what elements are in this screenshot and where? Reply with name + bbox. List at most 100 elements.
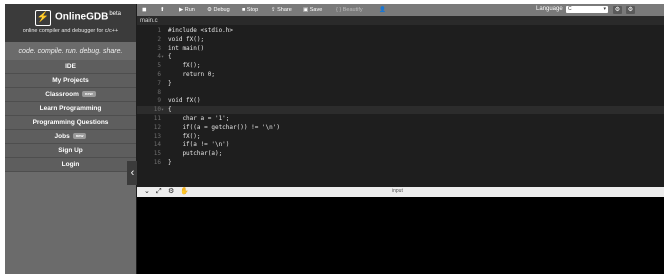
share-button[interactable]: ⇪ Share — [271, 5, 292, 15]
line-number: 4 — [157, 53, 161, 61]
code-text: return 0; — [168, 71, 215, 78]
input-label: input — [392, 188, 403, 194]
new-badge: new — [72, 133, 87, 140]
sidebar-item-label: My Projects — [52, 77, 89, 84]
sidebar-item-label: Jobs — [54, 133, 70, 140]
code-text: putchar(a); — [168, 150, 223, 158]
save-button[interactable]: ▣ Save — [303, 5, 322, 15]
sidebar-item-label: Classroom — [45, 91, 79, 98]
line-number: 14 — [153, 141, 161, 149]
sidebar-item-label: Learn Programming — [39, 105, 102, 112]
code-line: 3 int main() — [137, 45, 664, 53]
line-number: 6 — [157, 71, 161, 78]
onlinegdb-window: ⚡ OnlineGDBbeta online compiler and debu… — [5, 4, 664, 274]
line-number: 1 — [157, 27, 161, 34]
sidebar-nav: IDE My Projects Classroom new Learn Programm… — [5, 60, 136, 172]
line-number: 13 — [153, 132, 161, 140]
file-tab-bar: main.c — [137, 16, 664, 25]
user-icon[interactable]: 👤 — [379, 5, 386, 15]
code-text: { — [168, 53, 172, 61]
beta-label: beta — [109, 11, 122, 17]
code-line: 1 #include <stdio.h> — [137, 27, 664, 35]
sidebar-item-programming-questions[interactable]: Programming Questions — [5, 116, 136, 130]
line-number: 8 — [157, 88, 161, 96]
upload-icon[interactable]: ⬆ — [160, 5, 165, 15]
sidebar-item-learn-programming[interactable]: Learn Programming — [5, 102, 136, 116]
brand-header[interactable]: ⚡ OnlineGDBbeta online compiler and debu… — [5, 4, 136, 42]
code-text: fX(); — [168, 132, 201, 140]
lightning-logo-icon: ⚡ — [35, 10, 51, 26]
code-text: } — [168, 159, 172, 166]
code-line: 11 char a = '1'; — [137, 115, 664, 123]
sidebar-item-jobs[interactable]: Jobs new — [5, 130, 136, 144]
brand-tagline: online compiler and debugger for c/c++ — [22, 28, 119, 34]
expand-icon[interactable]: ⤢ — [156, 187, 162, 197]
code-line: 7} — [137, 80, 664, 88]
line-number: 3 — [157, 44, 161, 52]
collapse-chevron-down-icon[interactable]: ⌄ — [144, 187, 150, 197]
debug-button[interactable]: ⚙ Debug — [207, 5, 230, 15]
stop-button[interactable]: ■ Stop — [242, 5, 258, 15]
code-line: 12 if((a = getchar()) != '\n') — [137, 124, 664, 132]
toolbar: ◼ ⬆ ▶ Run ⚙ Debug ■ Stop ⇪ Share ▣ Save … — [137, 4, 664, 16]
new-badge: new — [81, 91, 96, 98]
sidebar-item-label: Sign Up — [58, 147, 83, 154]
code-text: void fX(); — [168, 35, 205, 43]
run-button[interactable]: ▶ Run — [179, 5, 195, 15]
beautify-button[interactable]: { } Beautify — [336, 5, 363, 15]
options-gear-icon[interactable]: ⚙ — [626, 6, 635, 14]
code-text: #include <stdio.h> — [168, 27, 234, 34]
sidebar-item-classroom[interactable]: Classroom new — [5, 88, 136, 102]
code-line: 14 if(a != '\n') — [137, 141, 664, 149]
sidebar-item-label: Programming Questions — [32, 119, 109, 126]
sidebar: ⚡ OnlineGDBbeta online compiler and debu… — [5, 4, 138, 274]
code-line: 9 void fX() — [137, 97, 664, 105]
clear-icon[interactable]: ✋ — [180, 187, 189, 197]
line-number: 11 — [153, 115, 161, 122]
sidebar-item-sign-up[interactable]: Sign Up — [5, 144, 136, 158]
line-number: 10 — [153, 106, 161, 114]
code-text: { — [168, 106, 172, 114]
code-line: 2 void fX(); — [137, 36, 664, 44]
sidebar-item-ide[interactable]: IDE — [5, 60, 136, 74]
code-text: fX(); — [168, 62, 201, 70]
io-toolbar: ⌄ ⤢ ⚙ ✋ input — [137, 187, 664, 197]
tab-main-c[interactable]: main.c — [140, 17, 158, 25]
code-line: 6 return 0; — [137, 71, 664, 79]
line-number: 9 — [157, 97, 161, 105]
code-line: 16} — [137, 159, 664, 167]
line-number: 16 — [153, 159, 161, 166]
code-text: char a = '1'; — [168, 115, 230, 122]
sidebar-item-my-projects[interactable]: My Projects — [5, 74, 136, 88]
output-console[interactable] — [137, 197, 664, 274]
sidebar-item-label: Login — [61, 161, 80, 168]
line-number: 7 — [157, 79, 161, 87]
code-text: if((a = getchar()) != '\n') — [168, 123, 280, 131]
code-line: 10 ▾ { — [137, 106, 664, 115]
language-select[interactable]: C ▾ — [566, 6, 608, 13]
code-editor[interactable]: 1 #include <stdio.h> 2 void fX(); 3 int main(… — [137, 25, 664, 185]
new-file-icon[interactable]: ◼ — [142, 5, 147, 15]
line-number: 5 — [157, 62, 161, 70]
fold-arrow-icon[interactable]: ▾ — [161, 53, 164, 61]
chevron-down-icon: ▾ — [603, 6, 606, 12]
sidebar-item-label: IDE — [65, 63, 76, 70]
code-text: void fX() — [168, 97, 201, 105]
brand-name: OnlineGDBbeta — [55, 11, 122, 23]
settings-icon[interactable]: ⚙ — [168, 187, 174, 197]
code-line: 15 putchar(a); — [137, 150, 664, 158]
settings-gear-icon[interactable]: ⚙ — [613, 6, 622, 14]
code-text: int main() — [168, 44, 205, 52]
code-line: 4 ▾ { — [137, 53, 664, 61]
sidebar-item-login[interactable]: Login — [5, 158, 136, 172]
language-label: Language — [536, 6, 563, 12]
line-number: 2 — [157, 35, 161, 43]
fold-arrow-icon[interactable]: ▾ — [161, 106, 164, 114]
line-number: 15 — [153, 150, 161, 158]
slogan: code. compile. run. debug. share. — [18, 48, 123, 55]
code-line: 8 — [137, 89, 664, 97]
line-number: 12 — [153, 123, 161, 131]
code-text: if(a != '\n') — [168, 141, 230, 149]
code-text: } — [168, 79, 172, 87]
code-line: 13 fX(); — [137, 133, 664, 141]
